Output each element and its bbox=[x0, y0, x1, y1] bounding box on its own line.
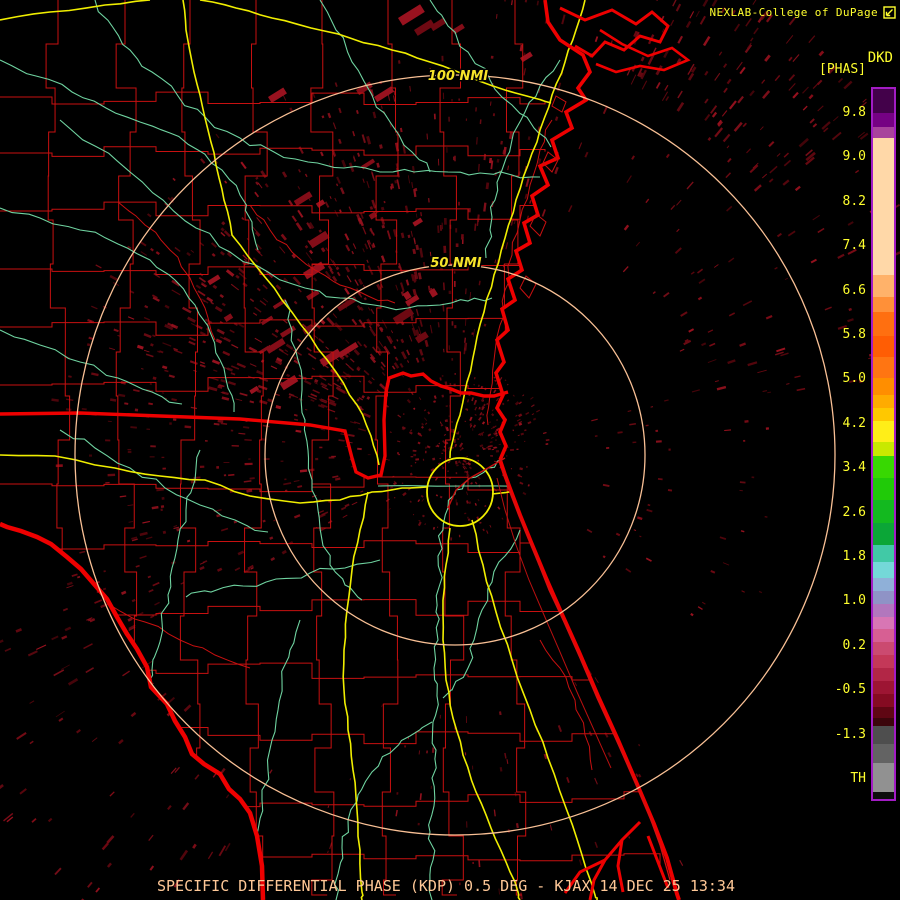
product-code-label: DKD bbox=[867, 50, 893, 66]
colorbar-cell bbox=[873, 590, 894, 604]
colorbar-cell bbox=[873, 357, 894, 379]
colorbar-cell bbox=[873, 112, 894, 127]
colorbar-cell bbox=[873, 744, 894, 764]
coastline-layer bbox=[0, 0, 691, 900]
colorbar-cell bbox=[873, 616, 894, 630]
colorbar-cell bbox=[873, 312, 894, 337]
colorbar-cell bbox=[873, 681, 894, 695]
colorbar-cell bbox=[873, 655, 894, 669]
colorbar-cell bbox=[873, 763, 894, 793]
colorbar-cell bbox=[873, 378, 894, 396]
river-layer bbox=[0, 0, 561, 900]
colorbar-cell bbox=[873, 707, 894, 719]
colorbar-cell bbox=[873, 89, 894, 113]
colorbar-cell bbox=[873, 455, 894, 478]
colorbar-cell bbox=[873, 642, 894, 656]
colorbar-cell bbox=[873, 477, 894, 500]
colorbar-cell bbox=[873, 577, 894, 591]
colorbar-cell bbox=[873, 275, 894, 298]
colorbar-cell bbox=[873, 718, 894, 727]
colorbar-cell bbox=[873, 395, 894, 409]
colorbar-cell bbox=[873, 603, 894, 617]
colorbar-cell bbox=[873, 792, 894, 800]
colorbar-cell bbox=[873, 544, 894, 562]
colorbar-cell bbox=[873, 336, 894, 358]
colorbar-cell bbox=[873, 408, 894, 422]
highway-layer bbox=[0, 0, 598, 900]
colorbar-cell bbox=[873, 726, 894, 745]
range-ring-100nmi bbox=[74, 74, 836, 836]
beltway-loop bbox=[426, 457, 494, 527]
header-brand: NEXLAB-College of DuPage bbox=[709, 6, 896, 19]
colorbar-cell bbox=[873, 499, 894, 523]
colorbar-cell bbox=[873, 442, 894, 456]
colorbar bbox=[871, 87, 896, 801]
colorbar-cell bbox=[873, 694, 894, 708]
phase-units-label: [PHAS] bbox=[819, 62, 866, 77]
range-ring-50nmi-label: 50 NMI bbox=[430, 256, 481, 271]
colorbar-cell bbox=[873, 522, 894, 545]
range-rings bbox=[74, 74, 836, 836]
cod-logo-icon bbox=[883, 6, 896, 19]
brand-text: NEXLAB-College of DuPage bbox=[709, 6, 878, 19]
colorbar-cell bbox=[873, 629, 894, 643]
range-ring-100nmi-label: 100 NMI bbox=[428, 69, 488, 84]
footer-product-title: SPECIFIC DIFFERENTIAL PHASE (KDP) 0.5 DE… bbox=[157, 877, 735, 895]
colorbar-cell bbox=[873, 297, 894, 313]
colorbar-cell bbox=[873, 561, 894, 578]
colorbar-cell bbox=[873, 421, 894, 442]
radar-screen: 100 NMI 50 NMI NEXLAB-College of DuPage … bbox=[0, 0, 900, 900]
colorbar-cell bbox=[873, 668, 894, 682]
colorbar-cell bbox=[873, 126, 894, 138]
colorbar-cell bbox=[873, 137, 894, 276]
radar-map-canvas: 100 NMI 50 NMI bbox=[0, 0, 900, 900]
